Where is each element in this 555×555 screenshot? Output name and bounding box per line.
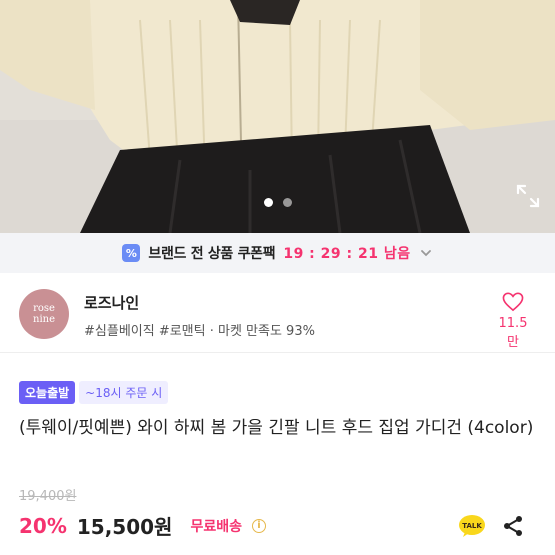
carousel-indicator [0, 198, 555, 207]
product-image[interactable] [0, 0, 555, 233]
like-count: 11.5만 [498, 316, 528, 350]
coupon-label: 브랜드 전 상품 쿠폰팩 [148, 246, 276, 262]
shop-info[interactable]: rose nine 로즈나인 #심플베이직 #로맨틱 · 마켓 만족도 93% … [0, 273, 555, 353]
product-title: (투웨이/핏예쁜) 와이 하찌 봄 가을 긴팔 니트 후드 집업 가디건 (4c… [19, 418, 534, 438]
like-button[interactable]: 11.5만 [493, 292, 533, 350]
chevron-down-icon [420, 250, 431, 257]
original-price: 19,400원 [19, 489, 77, 504]
price-row: 20% 15,500원 무료배송 i [19, 511, 266, 540]
shop-tags: #심플베이직 #로맨틱 · 마켓 만족도 93% [84, 324, 315, 339]
expand-icon[interactable] [515, 183, 541, 209]
shop-logo[interactable]: rose nine [19, 289, 69, 339]
sale-price: 15,500원 [76, 515, 173, 539]
order-cutoff-badge: ~18시 주문 시 [79, 381, 169, 404]
info-icon[interactable]: i [251, 518, 266, 533]
today-shipping-badge: 오늘출발 [19, 381, 76, 404]
discount-rate: 20% [19, 513, 67, 538]
talk-chat-icon[interactable]: TALK [458, 514, 486, 538]
coupon-banner[interactable]: % 브랜드 전 상품 쿠폰팩 19 : 29 : 21 남음 [0, 233, 555, 273]
coupon-timer: 19 : 29 : 21 남음 [283, 246, 411, 262]
shop-name[interactable]: 로즈나인 [84, 292, 139, 313]
coupon-percent-icon: % [122, 244, 141, 262]
shop-logo-text: rose [33, 303, 55, 314]
carousel-dot[interactable] [263, 198, 273, 207]
share-icon[interactable] [501, 514, 525, 538]
delivery-badges: 오늘출발 ~18시 주문 시 [19, 381, 169, 404]
svg-text:TALK: TALK [462, 522, 482, 530]
free-shipping-label: 무료배송 [190, 518, 242, 535]
carousel-dot[interactable] [282, 198, 292, 207]
heart-icon [502, 292, 524, 312]
shop-logo-text: nine [33, 314, 55, 325]
